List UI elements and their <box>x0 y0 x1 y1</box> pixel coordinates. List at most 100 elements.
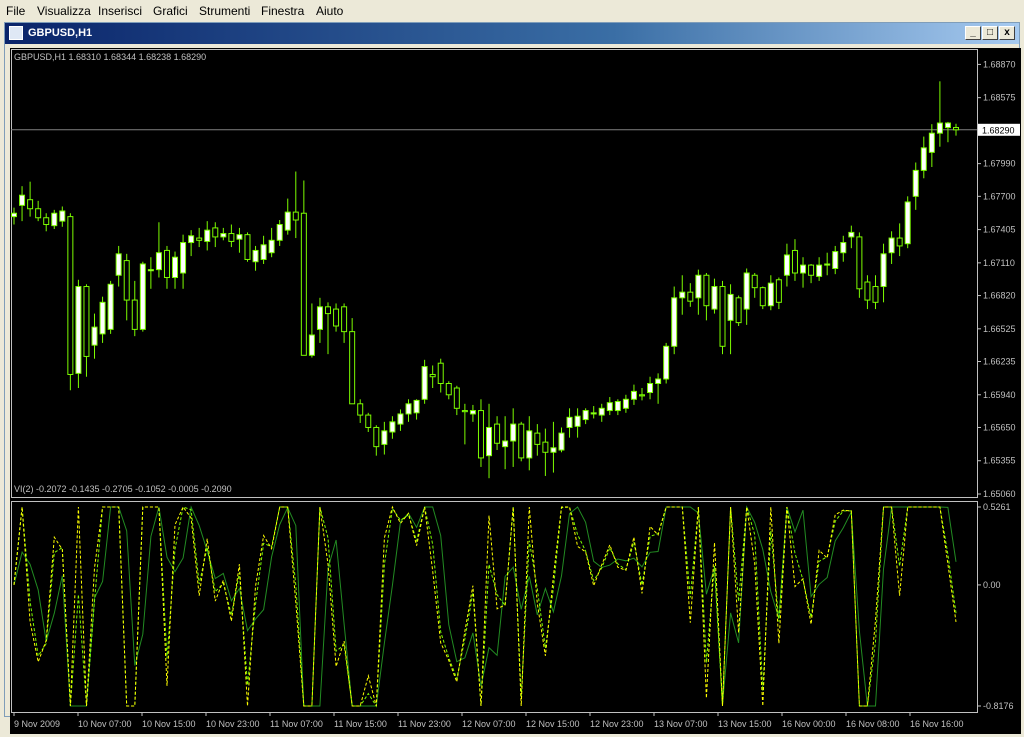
time-tick-label: 16 Nov 16:00 <box>910 719 964 729</box>
indicator-tick-label: 0.00 <box>983 580 1001 590</box>
menu-inserisci[interactable]: Inserisci <box>98 4 142 18</box>
indicator-pane <box>11 501 978 713</box>
bull-candle-body <box>880 253 887 288</box>
main-chart-info: GBPUSD,H1 1.68310 1.68344 1.68238 1.6829… <box>14 52 206 62</box>
candle <box>373 425 380 456</box>
candle <box>735 295 742 326</box>
candle <box>912 162 919 210</box>
bear-candle-body <box>325 306 331 315</box>
bear-candle-body <box>300 212 307 356</box>
bull-candle-body <box>204 229 211 242</box>
candle <box>429 365 436 389</box>
candle <box>888 231 895 264</box>
candle <box>711 278 718 314</box>
candle <box>518 421 525 462</box>
candle <box>357 399 364 423</box>
bear-candle-body <box>751 274 758 289</box>
menu-file[interactable]: File <box>6 4 25 18</box>
menu-finestra[interactable]: Finestra <box>261 4 304 18</box>
candle <box>147 257 154 289</box>
candle <box>67 213 74 391</box>
bull-candle-body <box>421 366 428 400</box>
bear-candle-body <box>131 299 138 330</box>
candle <box>816 257 823 281</box>
candle <box>856 232 863 298</box>
bull-candle-body <box>236 234 243 240</box>
bear-candle-body <box>518 423 525 459</box>
indicator-pane-border <box>11 501 978 713</box>
candle <box>791 239 798 281</box>
candle <box>727 284 734 355</box>
window-title-bar[interactable]: GBPUSD,H1 _ □ x <box>5 23 1019 44</box>
bear-candle-body <box>953 127 959 131</box>
bull-candle-body <box>663 345 670 380</box>
candle <box>27 181 34 217</box>
candle <box>574 408 581 438</box>
candle <box>333 303 340 332</box>
candle <box>300 180 307 356</box>
candle <box>703 273 710 321</box>
candle <box>832 245 839 275</box>
bear-candle-body <box>445 383 452 396</box>
candle <box>252 245 259 271</box>
menu-aiuto[interactable]: Aiuto <box>316 4 343 18</box>
close-button[interactable]: x <box>999 26 1015 40</box>
candle <box>695 269 702 315</box>
bear-candle-body <box>896 237 903 247</box>
menu-visualizza[interactable]: Visualizza <box>37 4 91 18</box>
minimize-button[interactable]: _ <box>965 26 981 40</box>
candle <box>953 123 959 136</box>
candle <box>663 342 670 384</box>
window-title: GBPUSD,H1 <box>28 27 93 39</box>
candle <box>800 257 807 288</box>
bull-candle-body <box>944 122 951 129</box>
candle <box>397 409 404 431</box>
bull-candle-body <box>840 242 847 254</box>
time-tick-label: 10 Nov 15:00 <box>142 719 196 729</box>
price-tick-label: 1.67110 <box>983 258 1015 268</box>
bear-candle-body <box>27 199 34 210</box>
price-tick-label: 1.67700 <box>983 191 1016 201</box>
menu-strumenti[interactable]: Strumenti <box>199 4 250 18</box>
menu-grafici[interactable]: Grafici <box>153 4 188 18</box>
bull-candle-body <box>558 432 565 451</box>
bear-candle-body <box>341 306 348 333</box>
candle <box>936 81 943 147</box>
bull-candle-body <box>671 297 678 347</box>
candle <box>630 384 637 405</box>
bear-candle-body <box>703 274 710 307</box>
candle <box>759 286 766 310</box>
bear-candle-body <box>542 441 549 453</box>
candle <box>107 280 114 334</box>
candle <box>896 223 903 257</box>
candle <box>743 268 750 325</box>
candle <box>494 416 501 451</box>
candle <box>767 275 774 311</box>
bull-candle-body <box>252 249 259 263</box>
candle <box>51 209 58 230</box>
maximize-button[interactable]: □ <box>982 26 998 40</box>
bear-candle-body <box>292 211 299 221</box>
candle <box>123 253 130 321</box>
bull-candle-body <box>220 233 227 238</box>
chart-area[interactable]: 1.68870 1.68575 1.67990 1.67700 1.67405 1.671… <box>10 48 1021 734</box>
bull-candle-body <box>405 403 412 415</box>
candle <box>534 424 541 456</box>
bull-candle-body <box>51 212 58 227</box>
candle <box>349 318 356 405</box>
bear-candle-body <box>333 308 340 327</box>
indicator-tick-label: 0.5261 <box>983 502 1011 512</box>
bear-candle-body <box>639 394 645 397</box>
time-tick-label: 11 Nov 23:00 <box>398 719 451 729</box>
candle <box>647 376 654 400</box>
bull-candle-body <box>574 415 581 427</box>
candle <box>163 245 170 289</box>
candle <box>880 243 887 303</box>
chart-canvas[interactable]: 1.68870 1.68575 1.67990 1.67700 1.67405 1.671… <box>10 48 1021 734</box>
price-tick-label: 1.65650 <box>983 422 1016 432</box>
bull-candle-body <box>920 147 927 171</box>
bear-candle-body <box>163 249 170 279</box>
bull-candle-body <box>188 235 195 244</box>
candle <box>260 235 267 264</box>
candle <box>920 136 927 179</box>
